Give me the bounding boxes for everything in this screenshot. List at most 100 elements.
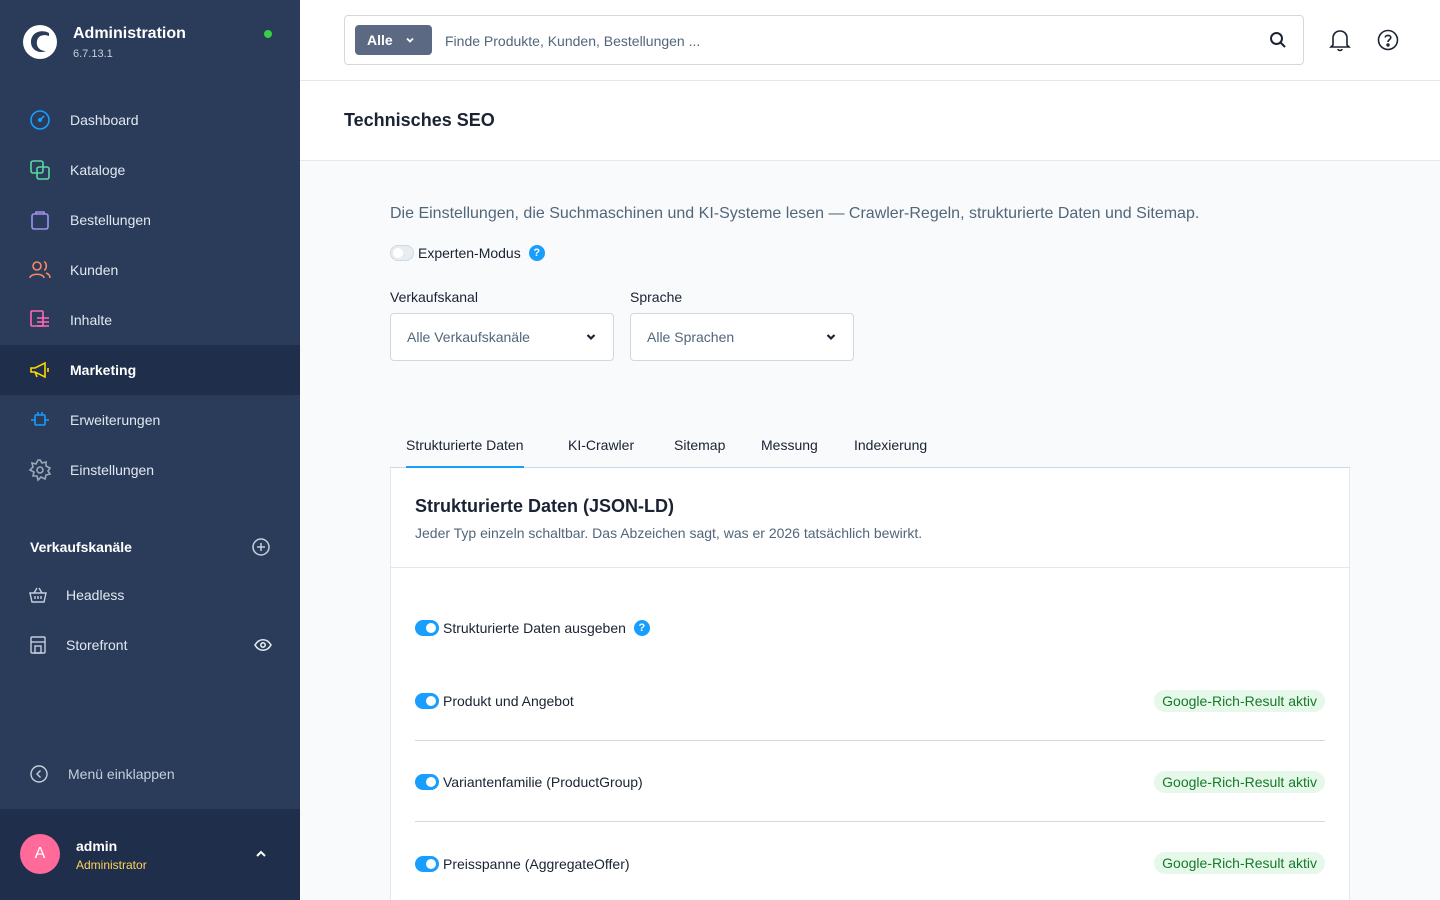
page-title: Technisches SEO <box>344 110 495 130</box>
structured-data-master-row: Strukturierte Daten ausgeben ? <box>415 618 1325 638</box>
nav-item-bestellungen[interactable]: Bestellungen <box>0 195 300 245</box>
notifications-bell-icon[interactable] <box>1328 27 1352 53</box>
nav-item-einstellungen[interactable]: Einstellungen <box>0 445 300 495</box>
search-scope-dropdown[interactable]: Alle <box>355 25 432 55</box>
language-label: Sprache <box>630 289 683 305</box>
sidebar: Administration 6.7.13.1 Dashboard Katalo… <box>0 0 300 900</box>
schema-row-aggregate-offer: Preisspanne (AggregateOffer) Google-Rich… <box>415 842 1325 885</box>
extensions-icon <box>31 412 49 426</box>
chevron-down-icon <box>826 334 836 341</box>
status-dot <box>264 30 272 38</box>
aggregate-offer-switch[interactable] <box>415 855 439 872</box>
collapse-label: Menü einklappen <box>68 766 175 782</box>
marketing-icon <box>30 361 49 379</box>
expert-mode: Experten-Modus ? <box>390 245 545 261</box>
sales-channel-field: Verkaufskanal Alle Verkaufskanäle <box>390 289 614 361</box>
structured-data-switch[interactable] <box>415 620 439 636</box>
content-icon <box>30 310 49 327</box>
row-label: Preisspanne (AggregateOffer) <box>443 855 630 872</box>
app-title: Administration <box>73 25 186 42</box>
card-header: Strukturierte Daten (JSON-LD) Jeder Typ … <box>391 468 1349 568</box>
tab-sitemap[interactable]: Sitemap <box>674 437 725 468</box>
sales-channel-value: Alle Verkaufskanäle <box>407 329 530 345</box>
help-tooltip-icon[interactable]: ? <box>633 620 650 636</box>
help-icon[interactable] <box>1377 29 1399 51</box>
channel-label: Storefront <box>66 637 128 653</box>
nav-item-kataloge[interactable]: Kataloge <box>0 145 300 195</box>
chevron-down-icon <box>586 334 596 341</box>
row-label: Produkt und Angebot <box>443 693 574 709</box>
status-badge: Google-Rich-Result aktiv <box>1154 690 1325 712</box>
basket-icon <box>29 587 47 603</box>
brand[interactable]: Administration 6.7.13.1 <box>22 24 186 60</box>
nav-label: Inhalte <box>70 312 113 328</box>
tab-strukturierte-daten[interactable]: Strukturierte Daten <box>406 437 524 468</box>
shopware-logo-icon <box>23 25 57 59</box>
card-title: Strukturierte Daten (JSON-LD) <box>415 496 675 516</box>
row-label: Strukturierte Daten ausgeben <box>443 620 626 636</box>
nav-label: Kataloge <box>70 162 126 178</box>
language-value: Alle Sprachen <box>647 329 735 345</box>
schema-row-product: Produkt und Angebot Google-Rich-Result a… <box>415 680 1325 741</box>
schema-row-product-group: Variantenfamilie (ProductGroup) Google-R… <box>415 761 1325 822</box>
card-subtitle: Jeder Typ einzeln schaltbar. Das Abzeich… <box>415 525 923 541</box>
nav-item-kunden[interactable]: Kunden <box>0 245 300 295</box>
expert-mode-switch[interactable] <box>390 245 414 261</box>
nav-label: Einstellungen <box>70 462 155 478</box>
nav-item-marketing[interactable]: Marketing <box>0 345 300 395</box>
eye-icon[interactable] <box>254 638 272 652</box>
sales-channel-select[interactable]: Alle Verkaufskanäle <box>390 313 614 361</box>
status-badge: Google-Rich-Result aktiv <box>1154 771 1325 793</box>
catalog-icon <box>30 160 50 180</box>
language-field: Sprache Alle Sprachen <box>630 289 854 361</box>
global-search: Alle <box>344 15 1304 65</box>
nav-label: Erweiterungen <box>70 412 161 428</box>
search-icon[interactable] <box>1269 31 1287 49</box>
seo-tabs: Strukturierte Daten KI-Crawler Sitemap M… <box>390 429 1350 468</box>
channel-item-headless[interactable]: Headless <box>28 583 276 607</box>
dashboard-icon <box>30 110 50 130</box>
chevron-up-icon[interactable] <box>254 847 268 861</box>
chevron-left-circle-icon <box>30 765 48 783</box>
tab-ki-crawler[interactable]: KI-Crawler <box>568 437 634 468</box>
storefront-icon <box>30 636 46 654</box>
tab-indexierung[interactable]: Indexierung <box>854 437 927 468</box>
sales-channels-header: Verkaufskanäle <box>30 538 270 556</box>
help-tooltip-icon[interactable]: ? <box>528 245 545 261</box>
chevron-down-icon <box>406 37 414 43</box>
avatar: A <box>20 834 60 874</box>
intro-text: Die Einstellungen, die Suchmaschinen und… <box>390 205 1200 222</box>
nav-item-inhalte[interactable]: Inhalte <box>0 295 300 345</box>
product-offer-switch[interactable] <box>415 693 439 709</box>
nav-item-erweiterungen[interactable]: Erweiterungen <box>0 395 300 445</box>
collapse-menu-button[interactable]: Menü einklappen <box>30 765 175 783</box>
user-name: admin <box>76 838 118 854</box>
nav-label: Dashboard <box>70 112 139 128</box>
nav-label: Marketing <box>70 362 137 378</box>
product-group-switch[interactable] <box>415 774 439 790</box>
row-label: Variantenfamilie (ProductGroup) <box>443 774 643 790</box>
add-channel-icon[interactable] <box>252 538 270 556</box>
user-role: Administrator <box>76 858 147 872</box>
nav-label: Bestellungen <box>70 212 151 228</box>
expert-mode-label: Experten-Modus <box>418 245 521 261</box>
channel-label: Headless <box>66 587 125 603</box>
page-header: Technisches SEO <box>300 81 1440 161</box>
nav-label: Kunden <box>70 262 119 278</box>
channel-item-storefront[interactable]: Storefront <box>28 633 276 657</box>
sales-channels-title: Verkaufskanäle <box>30 539 132 555</box>
status-badge: Google-Rich-Result aktiv <box>1154 852 1325 874</box>
customers-icon <box>29 261 51 279</box>
search-scope-label: Alle <box>367 32 393 48</box>
sales-channel-label: Verkaufskanal <box>390 289 478 305</box>
nav-item-dashboard[interactable]: Dashboard <box>0 95 300 145</box>
topbar: Alle <box>300 0 1440 81</box>
structured-data-card: Strukturierte Daten (JSON-LD) Jeder Typ … <box>390 468 1350 900</box>
tab-messung[interactable]: Messung <box>761 437 818 468</box>
main-nav: Dashboard Kataloge Bestellungen Kunden I… <box>0 95 300 495</box>
search-input[interactable] <box>445 28 1245 54</box>
settings-icon <box>28 459 52 482</box>
app-version: 6.7.13.1 <box>73 48 113 60</box>
user-menu[interactable]: A admin Administrator <box>0 809 300 900</box>
language-select[interactable]: Alle Sprachen <box>630 313 854 361</box>
